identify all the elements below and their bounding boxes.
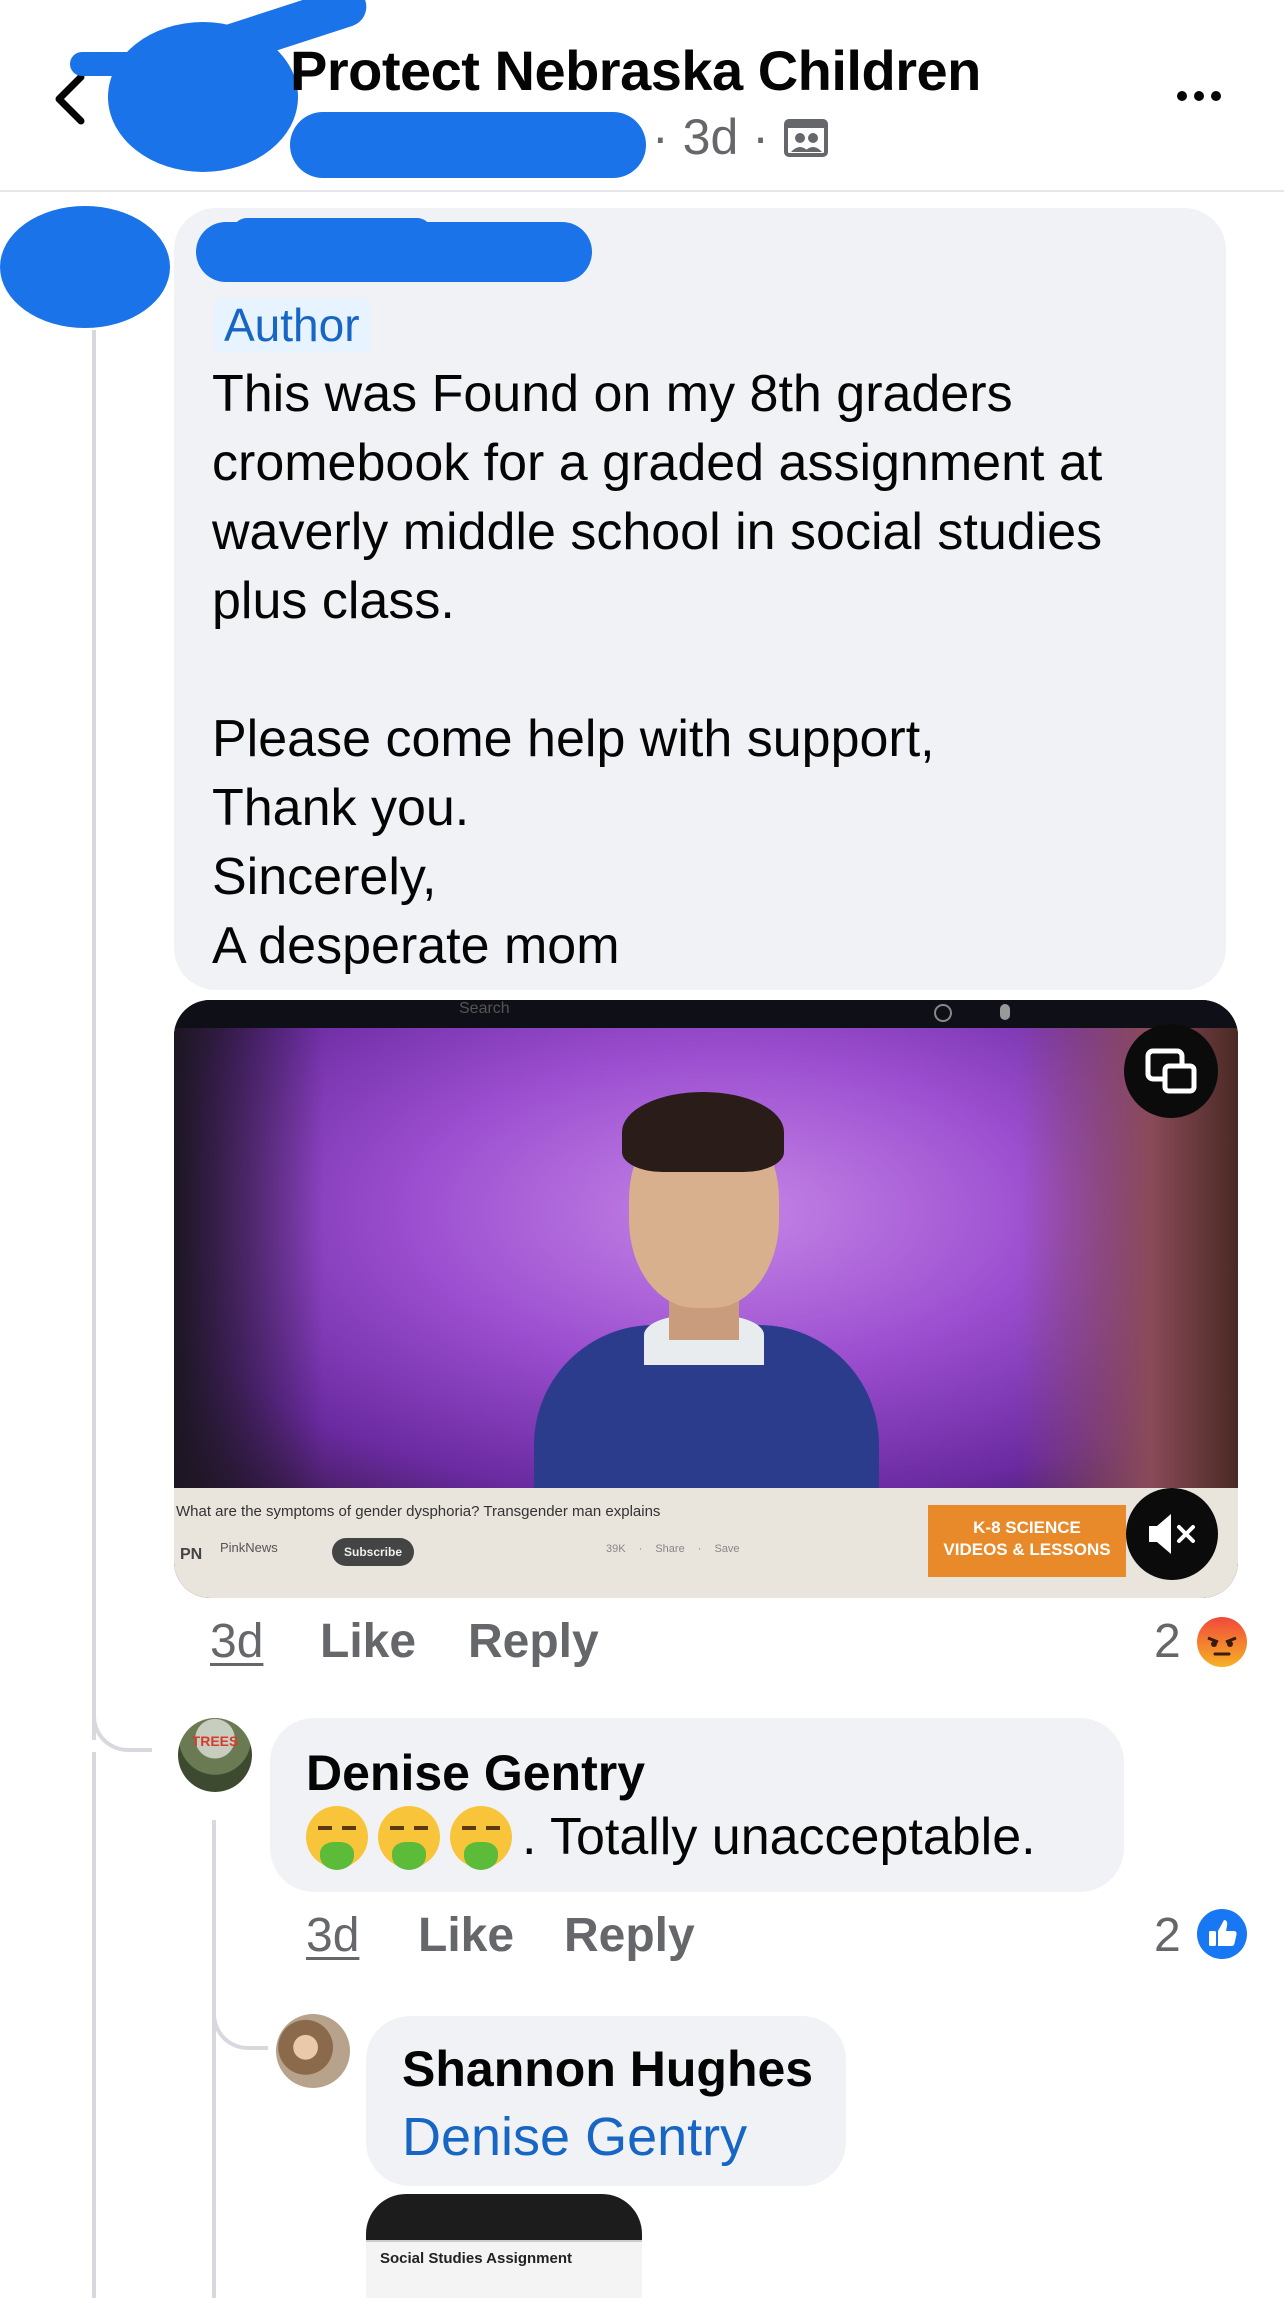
ad-line: VIDEOS & LESSONS [943, 1540, 1111, 1559]
video-vignette [174, 1028, 324, 1488]
redaction-mark [70, 52, 280, 76]
like-reaction-icon[interactable] [1196, 1908, 1248, 1960]
meta-separator: · [752, 109, 769, 165]
thread-line-curve [92, 1704, 152, 1752]
more-options-button[interactable] [1164, 76, 1234, 116]
avatar-text: TREES [191, 1733, 239, 1749]
pip-icon [1145, 1048, 1197, 1094]
redaction-mark [232, 218, 432, 248]
avatar-redacted[interactable] [0, 206, 170, 328]
post-age[interactable]: 3d [683, 108, 739, 166]
dot [1177, 91, 1187, 101]
video-browser-bar [174, 1000, 1238, 1028]
reaction-count[interactable]: 2 [1154, 1908, 1181, 1963]
reply-text-row: . Totally unacceptable. [306, 1806, 1036, 1870]
search-icon [934, 1004, 952, 1022]
channel-name: PinkNews [220, 1540, 278, 1555]
nauseated-emoji-icon [306, 1806, 368, 1870]
image-attachment[interactable]: Social Studies Assignment [366, 2194, 642, 2298]
commenter-name[interactable]: Shannon Hughes [402, 2040, 813, 2098]
angry-reaction-icon[interactable] [1196, 1616, 1248, 1668]
channel-logo: PN [180, 1546, 203, 1563]
subscribe-button: Subscribe [332, 1538, 414, 1566]
video-attachment[interactable]: Search What are the symptoms of gender d… [174, 1000, 1238, 1598]
mention-link[interactable]: Denise Gentry [402, 2106, 747, 2168]
dot [1211, 91, 1221, 101]
comment-time-link[interactable]: 3d [306, 1908, 359, 1963]
mute-button[interactable] [1126, 1488, 1218, 1580]
nauseated-emoji-icon [450, 1806, 512, 1870]
group-privacy-icon [783, 119, 828, 157]
thread-line [92, 1752, 96, 2298]
ad-line: K-8 SCIENCE [973, 1518, 1081, 1537]
video-search-text: Search [459, 1000, 510, 1017]
avatar[interactable] [276, 2014, 350, 2088]
comment-time-link[interactable]: 3d [210, 1614, 263, 1669]
mic-icon [1000, 1004, 1010, 1020]
post-meta: · 3d · [652, 108, 829, 166]
post-header: Protect Nebraska Children · 3d · [0, 0, 1284, 192]
chevron-left-icon [55, 73, 85, 125]
redaction-mark [290, 112, 646, 178]
speaker-muted-icon [1149, 1514, 1195, 1554]
picture-in-picture-button[interactable] [1124, 1024, 1218, 1118]
ad-banner: K-8 SCIENCE VIDEOS & LESSONS [928, 1505, 1126, 1577]
avatar[interactable]: TREES [178, 1718, 252, 1792]
reaction-count[interactable]: 2 [1154, 1614, 1181, 1669]
attachment-document: Social Studies Assignment [366, 2240, 642, 2298]
group-title[interactable]: Protect Nebraska Children [290, 38, 981, 103]
reply-button[interactable]: Reply [564, 1908, 695, 1963]
thread-line [92, 330, 96, 1740]
video-meta: 39K · Share · Save [606, 1543, 740, 1555]
comment-text: This was Found on my 8th graders cromebo… [212, 365, 1103, 975]
nauseated-emoji-icon [378, 1806, 440, 1870]
thread-line [212, 1820, 216, 2298]
like-button[interactable]: Like [320, 1614, 416, 1669]
thread-line-curve [212, 1990, 268, 2050]
video-title: What are the symptoms of gender dysphori… [176, 1503, 661, 1520]
attachment-title: Social Studies Assignment [380, 2250, 572, 2267]
author-badge: Author [214, 298, 370, 352]
like-button[interactable]: Like [418, 1908, 514, 1963]
meta-separator: · [652, 109, 669, 165]
dot [1194, 91, 1204, 101]
commenter-name[interactable]: Denise Gentry [306, 1744, 645, 1802]
reply-button[interactable]: Reply [468, 1614, 599, 1669]
reply-text: . Totally unacceptable. [522, 1808, 1036, 1866]
person-hair [622, 1092, 784, 1172]
